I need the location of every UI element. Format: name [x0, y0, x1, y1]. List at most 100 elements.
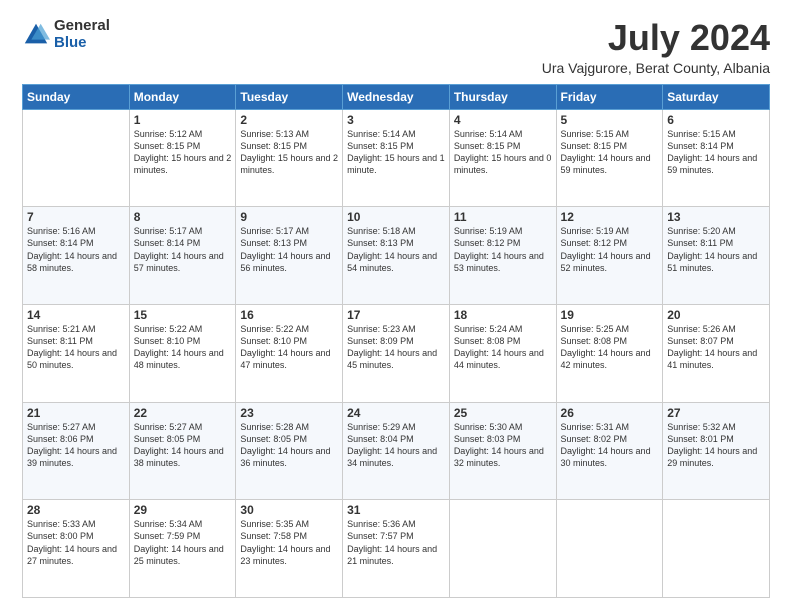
day-number: 1 — [134, 113, 232, 127]
cell-details: Sunrise: 5:21 AMSunset: 8:11 PMDaylight:… — [27, 323, 125, 372]
col-thursday: Thursday — [449, 84, 556, 109]
table-row: 6Sunrise: 5:15 AMSunset: 8:14 PMDaylight… — [663, 109, 770, 207]
table-row: 2Sunrise: 5:13 AMSunset: 8:15 PMDaylight… — [236, 109, 343, 207]
table-row: 21Sunrise: 5:27 AMSunset: 8:06 PMDayligh… — [23, 402, 130, 500]
cell-details: Sunrise: 5:36 AMSunset: 7:57 PMDaylight:… — [347, 518, 445, 567]
table-row — [23, 109, 130, 207]
table-row: 25Sunrise: 5:30 AMSunset: 8:03 PMDayligh… — [449, 402, 556, 500]
logo-blue-text: Blue — [54, 35, 110, 52]
day-number: 22 — [134, 406, 232, 420]
cell-details: Sunrise: 5:30 AMSunset: 8:03 PMDaylight:… — [454, 421, 552, 470]
day-number: 5 — [561, 113, 659, 127]
table-row: 3Sunrise: 5:14 AMSunset: 8:15 PMDaylight… — [343, 109, 450, 207]
cell-details: Sunrise: 5:22 AMSunset: 8:10 PMDaylight:… — [240, 323, 338, 372]
table-row: 1Sunrise: 5:12 AMSunset: 8:15 PMDaylight… — [129, 109, 236, 207]
table-row: 11Sunrise: 5:19 AMSunset: 8:12 PMDayligh… — [449, 207, 556, 305]
day-number: 20 — [667, 308, 765, 322]
cell-details: Sunrise: 5:33 AMSunset: 8:00 PMDaylight:… — [27, 518, 125, 567]
day-number: 27 — [667, 406, 765, 420]
calendar-week-row: 7Sunrise: 5:16 AMSunset: 8:14 PMDaylight… — [23, 207, 770, 305]
table-row: 23Sunrise: 5:28 AMSunset: 8:05 PMDayligh… — [236, 402, 343, 500]
cell-details: Sunrise: 5:13 AMSunset: 8:15 PMDaylight:… — [240, 128, 338, 177]
title-block: July 2024 Ura Vajgurore, Berat County, A… — [542, 18, 770, 76]
cell-details: Sunrise: 5:29 AMSunset: 8:04 PMDaylight:… — [347, 421, 445, 470]
logo-general-text: General — [54, 18, 110, 35]
day-number: 26 — [561, 406, 659, 420]
table-row: 30Sunrise: 5:35 AMSunset: 7:58 PMDayligh… — [236, 500, 343, 598]
cell-details: Sunrise: 5:16 AMSunset: 8:14 PMDaylight:… — [27, 225, 125, 274]
day-number: 4 — [454, 113, 552, 127]
day-number: 21 — [27, 406, 125, 420]
day-number: 17 — [347, 308, 445, 322]
table-row: 20Sunrise: 5:26 AMSunset: 8:07 PMDayligh… — [663, 304, 770, 402]
day-number: 25 — [454, 406, 552, 420]
cell-details: Sunrise: 5:27 AMSunset: 8:06 PMDaylight:… — [27, 421, 125, 470]
table-row: 22Sunrise: 5:27 AMSunset: 8:05 PMDayligh… — [129, 402, 236, 500]
day-number: 24 — [347, 406, 445, 420]
cell-details: Sunrise: 5:22 AMSunset: 8:10 PMDaylight:… — [134, 323, 232, 372]
day-number: 15 — [134, 308, 232, 322]
cell-details: Sunrise: 5:26 AMSunset: 8:07 PMDaylight:… — [667, 323, 765, 372]
calendar-week-row: 21Sunrise: 5:27 AMSunset: 8:06 PMDayligh… — [23, 402, 770, 500]
table-row — [663, 500, 770, 598]
day-number: 2 — [240, 113, 338, 127]
table-row: 29Sunrise: 5:34 AMSunset: 7:59 PMDayligh… — [129, 500, 236, 598]
table-row: 8Sunrise: 5:17 AMSunset: 8:14 PMDaylight… — [129, 207, 236, 305]
table-row — [449, 500, 556, 598]
day-number: 18 — [454, 308, 552, 322]
cell-details: Sunrise: 5:18 AMSunset: 8:13 PMDaylight:… — [347, 225, 445, 274]
calendar-week-row: 28Sunrise: 5:33 AMSunset: 8:00 PMDayligh… — [23, 500, 770, 598]
table-row: 15Sunrise: 5:22 AMSunset: 8:10 PMDayligh… — [129, 304, 236, 402]
day-number: 7 — [27, 210, 125, 224]
table-row — [556, 500, 663, 598]
cell-details: Sunrise: 5:32 AMSunset: 8:01 PMDaylight:… — [667, 421, 765, 470]
day-number: 23 — [240, 406, 338, 420]
day-number: 3 — [347, 113, 445, 127]
cell-details: Sunrise: 5:24 AMSunset: 8:08 PMDaylight:… — [454, 323, 552, 372]
table-row: 7Sunrise: 5:16 AMSunset: 8:14 PMDaylight… — [23, 207, 130, 305]
table-row: 31Sunrise: 5:36 AMSunset: 7:57 PMDayligh… — [343, 500, 450, 598]
day-number: 16 — [240, 308, 338, 322]
cell-details: Sunrise: 5:25 AMSunset: 8:08 PMDaylight:… — [561, 323, 659, 372]
table-row: 18Sunrise: 5:24 AMSunset: 8:08 PMDayligh… — [449, 304, 556, 402]
cell-details: Sunrise: 5:23 AMSunset: 8:09 PMDaylight:… — [347, 323, 445, 372]
table-row: 12Sunrise: 5:19 AMSunset: 8:12 PMDayligh… — [556, 207, 663, 305]
cell-details: Sunrise: 5:28 AMSunset: 8:05 PMDaylight:… — [240, 421, 338, 470]
col-sunday: Sunday — [23, 84, 130, 109]
cell-details: Sunrise: 5:14 AMSunset: 8:15 PMDaylight:… — [347, 128, 445, 177]
cell-details: Sunrise: 5:12 AMSunset: 8:15 PMDaylight:… — [134, 128, 232, 177]
calendar-table: Sunday Monday Tuesday Wednesday Thursday… — [22, 84, 770, 598]
day-number: 13 — [667, 210, 765, 224]
cell-details: Sunrise: 5:14 AMSunset: 8:15 PMDaylight:… — [454, 128, 552, 177]
table-row: 28Sunrise: 5:33 AMSunset: 8:00 PMDayligh… — [23, 500, 130, 598]
cell-details: Sunrise: 5:27 AMSunset: 8:05 PMDaylight:… — [134, 421, 232, 470]
day-number: 11 — [454, 210, 552, 224]
logo-icon — [22, 21, 50, 49]
cell-details: Sunrise: 5:31 AMSunset: 8:02 PMDaylight:… — [561, 421, 659, 470]
table-row: 19Sunrise: 5:25 AMSunset: 8:08 PMDayligh… — [556, 304, 663, 402]
cell-details: Sunrise: 5:17 AMSunset: 8:14 PMDaylight:… — [134, 225, 232, 274]
col-saturday: Saturday — [663, 84, 770, 109]
logo-text: General Blue — [54, 18, 110, 51]
header: General Blue July 2024 Ura Vajgurore, Be… — [22, 18, 770, 76]
cell-details: Sunrise: 5:15 AMSunset: 8:15 PMDaylight:… — [561, 128, 659, 177]
table-row: 16Sunrise: 5:22 AMSunset: 8:10 PMDayligh… — [236, 304, 343, 402]
cell-details: Sunrise: 5:19 AMSunset: 8:12 PMDaylight:… — [561, 225, 659, 274]
calendar-week-row: 1Sunrise: 5:12 AMSunset: 8:15 PMDaylight… — [23, 109, 770, 207]
logo: General Blue — [22, 18, 110, 51]
day-number: 31 — [347, 503, 445, 517]
day-number: 30 — [240, 503, 338, 517]
day-number: 10 — [347, 210, 445, 224]
day-number: 8 — [134, 210, 232, 224]
cell-details: Sunrise: 5:19 AMSunset: 8:12 PMDaylight:… — [454, 225, 552, 274]
cell-details: Sunrise: 5:34 AMSunset: 7:59 PMDaylight:… — [134, 518, 232, 567]
day-number: 9 — [240, 210, 338, 224]
cell-details: Sunrise: 5:17 AMSunset: 8:13 PMDaylight:… — [240, 225, 338, 274]
day-number: 29 — [134, 503, 232, 517]
cell-details: Sunrise: 5:35 AMSunset: 7:58 PMDaylight:… — [240, 518, 338, 567]
calendar-week-row: 14Sunrise: 5:21 AMSunset: 8:11 PMDayligh… — [23, 304, 770, 402]
page: General Blue July 2024 Ura Vajgurore, Be… — [0, 0, 792, 612]
table-row: 4Sunrise: 5:14 AMSunset: 8:15 PMDaylight… — [449, 109, 556, 207]
col-tuesday: Tuesday — [236, 84, 343, 109]
table-row: 26Sunrise: 5:31 AMSunset: 8:02 PMDayligh… — [556, 402, 663, 500]
